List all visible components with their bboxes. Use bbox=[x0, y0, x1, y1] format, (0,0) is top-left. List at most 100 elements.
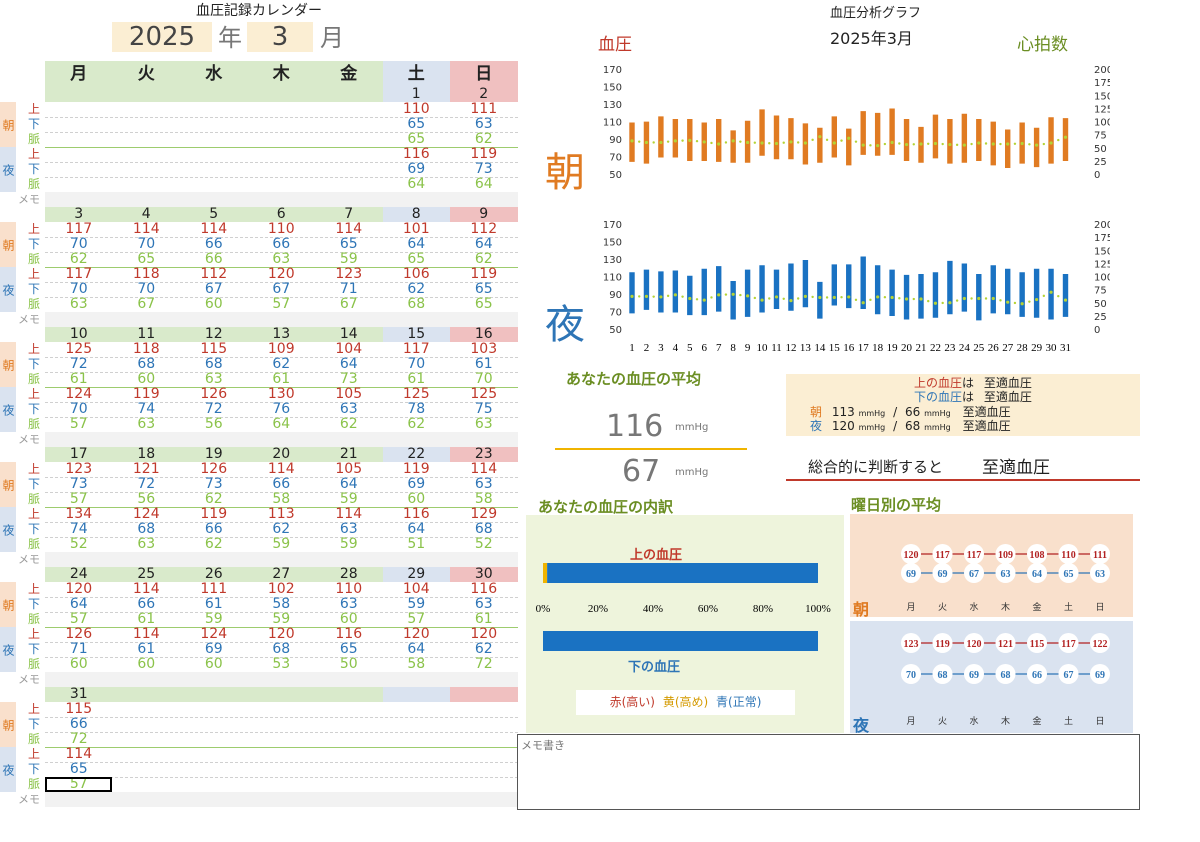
morning-pulse-cell[interactable]: 62 bbox=[180, 492, 248, 507]
morning-pulse-cell[interactable]: 59 bbox=[180, 612, 248, 627]
morning-lower-cell[interactable]: 66 bbox=[113, 597, 181, 612]
date-number[interactable]: 23 bbox=[450, 447, 518, 462]
morning-upper-cell[interactable]: 116 bbox=[450, 582, 518, 597]
night-upper-cell[interactable]: 134 bbox=[45, 507, 113, 522]
night-lower-cell[interactable]: 70 bbox=[45, 282, 113, 297]
night-lower-cell[interactable]: 74 bbox=[113, 402, 181, 417]
date-number[interactable] bbox=[450, 687, 518, 702]
morning-lower-cell[interactable] bbox=[315, 717, 383, 732]
morning-upper-cell[interactable] bbox=[248, 102, 316, 117]
date-number[interactable]: 6 bbox=[248, 207, 316, 222]
night-upper-cell[interactable]: 119 bbox=[180, 507, 248, 522]
date-number[interactable]: 1 bbox=[383, 87, 451, 102]
night-lower-cell[interactable] bbox=[450, 762, 518, 777]
night-upper-cell[interactable]: 126 bbox=[45, 627, 113, 642]
night-upper-cell[interactable] bbox=[315, 147, 383, 162]
night-lower-cell[interactable]: 63 bbox=[315, 402, 383, 417]
night-pulse-cell[interactable]: 63 bbox=[450, 417, 518, 432]
morning-lower-cell[interactable] bbox=[113, 717, 181, 732]
morning-pulse-cell[interactable]: 63 bbox=[180, 372, 248, 387]
night-lower-cell[interactable]: 68 bbox=[248, 642, 316, 657]
morning-pulse-cell[interactable] bbox=[248, 732, 316, 747]
date-number[interactable]: 26 bbox=[180, 567, 248, 582]
night-upper-cell[interactable] bbox=[45, 147, 113, 162]
date-number[interactable]: 21 bbox=[315, 447, 383, 462]
morning-pulse-cell[interactable] bbox=[383, 732, 451, 747]
morning-pulse-cell[interactable]: 66 bbox=[180, 252, 248, 267]
morning-upper-cell[interactable]: 109 bbox=[248, 342, 316, 357]
night-lower-cell[interactable]: 74 bbox=[45, 522, 113, 537]
night-pulse-cell[interactable]: 72 bbox=[450, 657, 518, 672]
morning-upper-cell[interactable]: 123 bbox=[45, 462, 113, 477]
morning-lower-cell[interactable]: 65 bbox=[315, 237, 383, 252]
night-pulse-cell[interactable] bbox=[180, 777, 248, 792]
night-upper-cell[interactable] bbox=[113, 147, 181, 162]
morning-lower-cell[interactable]: 61 bbox=[180, 597, 248, 612]
night-upper-cell[interactable]: 114 bbox=[45, 747, 113, 762]
night-pulse-cell[interactable]: 59 bbox=[248, 537, 316, 552]
night-lower-cell[interactable]: 76 bbox=[248, 402, 316, 417]
night-pulse-cell[interactable]: 62 bbox=[180, 537, 248, 552]
night-pulse-cell[interactable]: 58 bbox=[383, 657, 451, 672]
night-pulse-cell[interactable] bbox=[113, 777, 181, 792]
morning-upper-cell[interactable]: 114 bbox=[113, 582, 181, 597]
night-pulse-cell[interactable]: 57 bbox=[45, 417, 113, 432]
night-lower-cell[interactable]: 67 bbox=[180, 282, 248, 297]
date-number[interactable]: 10 bbox=[45, 327, 113, 342]
morning-pulse-cell[interactable]: 62 bbox=[450, 132, 518, 147]
morning-lower-cell[interactable]: 68 bbox=[180, 357, 248, 372]
morning-pulse-cell[interactable]: 57 bbox=[45, 492, 113, 507]
night-lower-cell[interactable]: 69 bbox=[180, 642, 248, 657]
night-pulse-cell[interactable]: 60 bbox=[180, 297, 248, 312]
night-lower-cell[interactable] bbox=[315, 162, 383, 177]
morning-pulse-cell[interactable]: 58 bbox=[248, 492, 316, 507]
night-upper-cell[interactable] bbox=[113, 747, 181, 762]
date-number[interactable]: 30 bbox=[450, 567, 518, 582]
morning-lower-cell[interactable]: 64 bbox=[315, 477, 383, 492]
date-number[interactable]: 3 bbox=[45, 207, 113, 222]
morning-lower-cell[interactable]: 61 bbox=[450, 357, 518, 372]
morning-lower-cell[interactable]: 58 bbox=[248, 597, 316, 612]
night-upper-cell[interactable]: 116 bbox=[383, 507, 451, 522]
morning-upper-cell[interactable]: 110 bbox=[248, 222, 316, 237]
morning-pulse-cell[interactable]: 65 bbox=[383, 132, 451, 147]
night-pulse-cell[interactable]: 65 bbox=[450, 297, 518, 312]
night-upper-cell[interactable]: 114 bbox=[315, 507, 383, 522]
night-upper-cell[interactable] bbox=[248, 747, 316, 762]
morning-pulse-cell[interactable]: 63 bbox=[248, 252, 316, 267]
night-pulse-cell[interactable] bbox=[180, 177, 248, 192]
morning-lower-cell[interactable]: 64 bbox=[383, 237, 451, 252]
date-number[interactable] bbox=[248, 87, 316, 102]
night-lower-cell[interactable]: 71 bbox=[45, 642, 113, 657]
date-number[interactable] bbox=[113, 87, 181, 102]
morning-upper-cell[interactable]: 110 bbox=[315, 582, 383, 597]
date-number[interactable]: 25 bbox=[113, 567, 181, 582]
morning-upper-cell[interactable] bbox=[113, 702, 181, 717]
date-number[interactable] bbox=[315, 687, 383, 702]
morning-upper-cell[interactable]: 125 bbox=[45, 342, 113, 357]
date-number[interactable]: 13 bbox=[248, 327, 316, 342]
morning-upper-cell[interactable]: 104 bbox=[383, 582, 451, 597]
night-upper-cell[interactable]: 120 bbox=[383, 627, 451, 642]
date-number[interactable] bbox=[315, 87, 383, 102]
night-pulse-cell[interactable]: 57 bbox=[248, 297, 316, 312]
night-lower-cell[interactable]: 64 bbox=[383, 642, 451, 657]
date-number[interactable]: 20 bbox=[248, 447, 316, 462]
morning-lower-cell[interactable]: 63 bbox=[450, 477, 518, 492]
morning-pulse-cell[interactable]: 73 bbox=[315, 372, 383, 387]
night-lower-cell[interactable] bbox=[383, 762, 451, 777]
night-pulse-cell[interactable]: 60 bbox=[180, 657, 248, 672]
night-lower-cell[interactable]: 71 bbox=[315, 282, 383, 297]
morning-upper-cell[interactable]: 114 bbox=[450, 462, 518, 477]
night-lower-cell[interactable] bbox=[113, 762, 181, 777]
morning-upper-cell[interactable]: 111 bbox=[450, 102, 518, 117]
night-lower-cell[interactable]: 67 bbox=[248, 282, 316, 297]
night-upper-cell[interactable] bbox=[450, 747, 518, 762]
morning-upper-cell[interactable]: 114 bbox=[315, 222, 383, 237]
night-pulse-cell[interactable]: 52 bbox=[45, 537, 113, 552]
night-upper-cell[interactable]: 124 bbox=[45, 387, 113, 402]
date-number[interactable]: 19 bbox=[180, 447, 248, 462]
morning-upper-cell[interactable] bbox=[315, 702, 383, 717]
night-lower-cell[interactable]: 61 bbox=[113, 642, 181, 657]
morning-pulse-cell[interactable] bbox=[180, 132, 248, 147]
